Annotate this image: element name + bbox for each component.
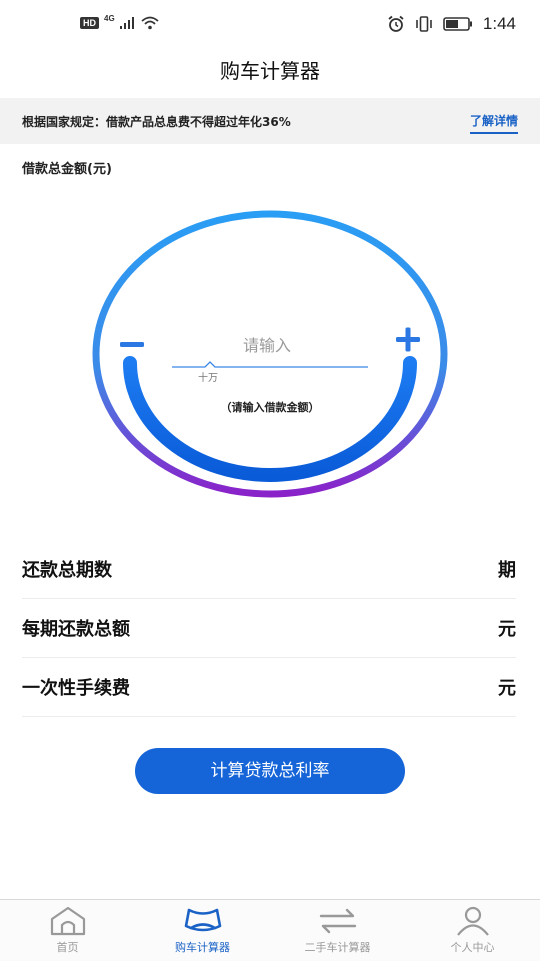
user-icon bbox=[456, 906, 489, 936]
result-list: 还款总期数 期 每期还款总额 元 一次性手续费 元 bbox=[22, 540, 516, 717]
calculate-rate-button[interactable]: 计算贷款总利率 bbox=[135, 748, 405, 794]
status-right: 1:44 bbox=[387, 14, 516, 34]
list-item: 还款总期数 期 bbox=[22, 540, 516, 599]
list-item: 一次性手续费 元 bbox=[22, 658, 516, 717]
bottom-tab-bar: 首页 购车计算器 二手车计算器 个人中心 bbox=[0, 899, 540, 961]
regulation-notice: 根据国家规定：借款产品总息费不得超过年化36% 了解详情 bbox=[0, 98, 540, 144]
increase-button[interactable] bbox=[390, 322, 424, 356]
inner-arc bbox=[123, 356, 417, 482]
loan-amount-label: 借款总金额(元) bbox=[22, 162, 112, 177]
row-unit: 元 bbox=[498, 619, 516, 640]
tab-profile[interactable]: 个人中心 bbox=[405, 900, 540, 961]
signal-icon bbox=[119, 17, 134, 29]
swap-arrows-icon bbox=[319, 908, 356, 934]
tab-label: 二手车计算器 bbox=[304, 941, 371, 954]
tab-label: 首页 bbox=[56, 941, 79, 954]
tab-label: 个人中心 bbox=[450, 941, 495, 954]
minus-icon bbox=[120, 342, 144, 347]
notice-text: 根据国家规定：借款产品总息费不得超过年化36% bbox=[22, 115, 291, 129]
page-title: 购车计算器 bbox=[220, 59, 320, 83]
list-item: 每期还款总额 元 bbox=[22, 599, 516, 658]
learn-more-link[interactable]: 了解详情 bbox=[469, 112, 518, 134]
input-underline bbox=[172, 361, 368, 368]
row-label: 一次性手续费 bbox=[22, 678, 130, 699]
row-label: 每期还款总额 bbox=[22, 619, 130, 640]
status-left: HD 4G bbox=[80, 13, 159, 30]
tab-car-calculator[interactable]: 购车计算器 bbox=[135, 900, 270, 961]
network-type: 4G bbox=[104, 13, 115, 23]
alarm-icon bbox=[388, 15, 404, 32]
row-unit: 期 bbox=[498, 560, 516, 581]
app-header: 购车计算器 bbox=[0, 52, 540, 98]
amount-hint: （请输入借款金额） bbox=[220, 401, 320, 414]
tab-home[interactable]: 首页 bbox=[0, 900, 135, 961]
clock-time: 1:44 bbox=[482, 14, 516, 33]
loan-amount-input[interactable] bbox=[200, 330, 334, 360]
wifi-icon bbox=[141, 16, 159, 30]
status-bar: HD 4G 1:44 bbox=[0, 0, 540, 52]
decrease-button[interactable] bbox=[116, 322, 150, 356]
home-icon bbox=[50, 906, 85, 936]
vibrate-icon bbox=[416, 16, 432, 32]
car-calculator-icon bbox=[184, 908, 221, 932]
amount-unit: 十万 bbox=[198, 373, 218, 384]
row-unit: 元 bbox=[498, 678, 516, 699]
tab-used-car-calculator[interactable]: 二手车计算器 bbox=[270, 900, 405, 961]
plus-icon bbox=[396, 327, 420, 352]
row-label: 还款总期数 bbox=[22, 560, 112, 581]
tab-label: 购车计算器 bbox=[175, 941, 230, 954]
hd-badge: HD bbox=[80, 17, 99, 29]
battery-icon bbox=[443, 17, 472, 31]
